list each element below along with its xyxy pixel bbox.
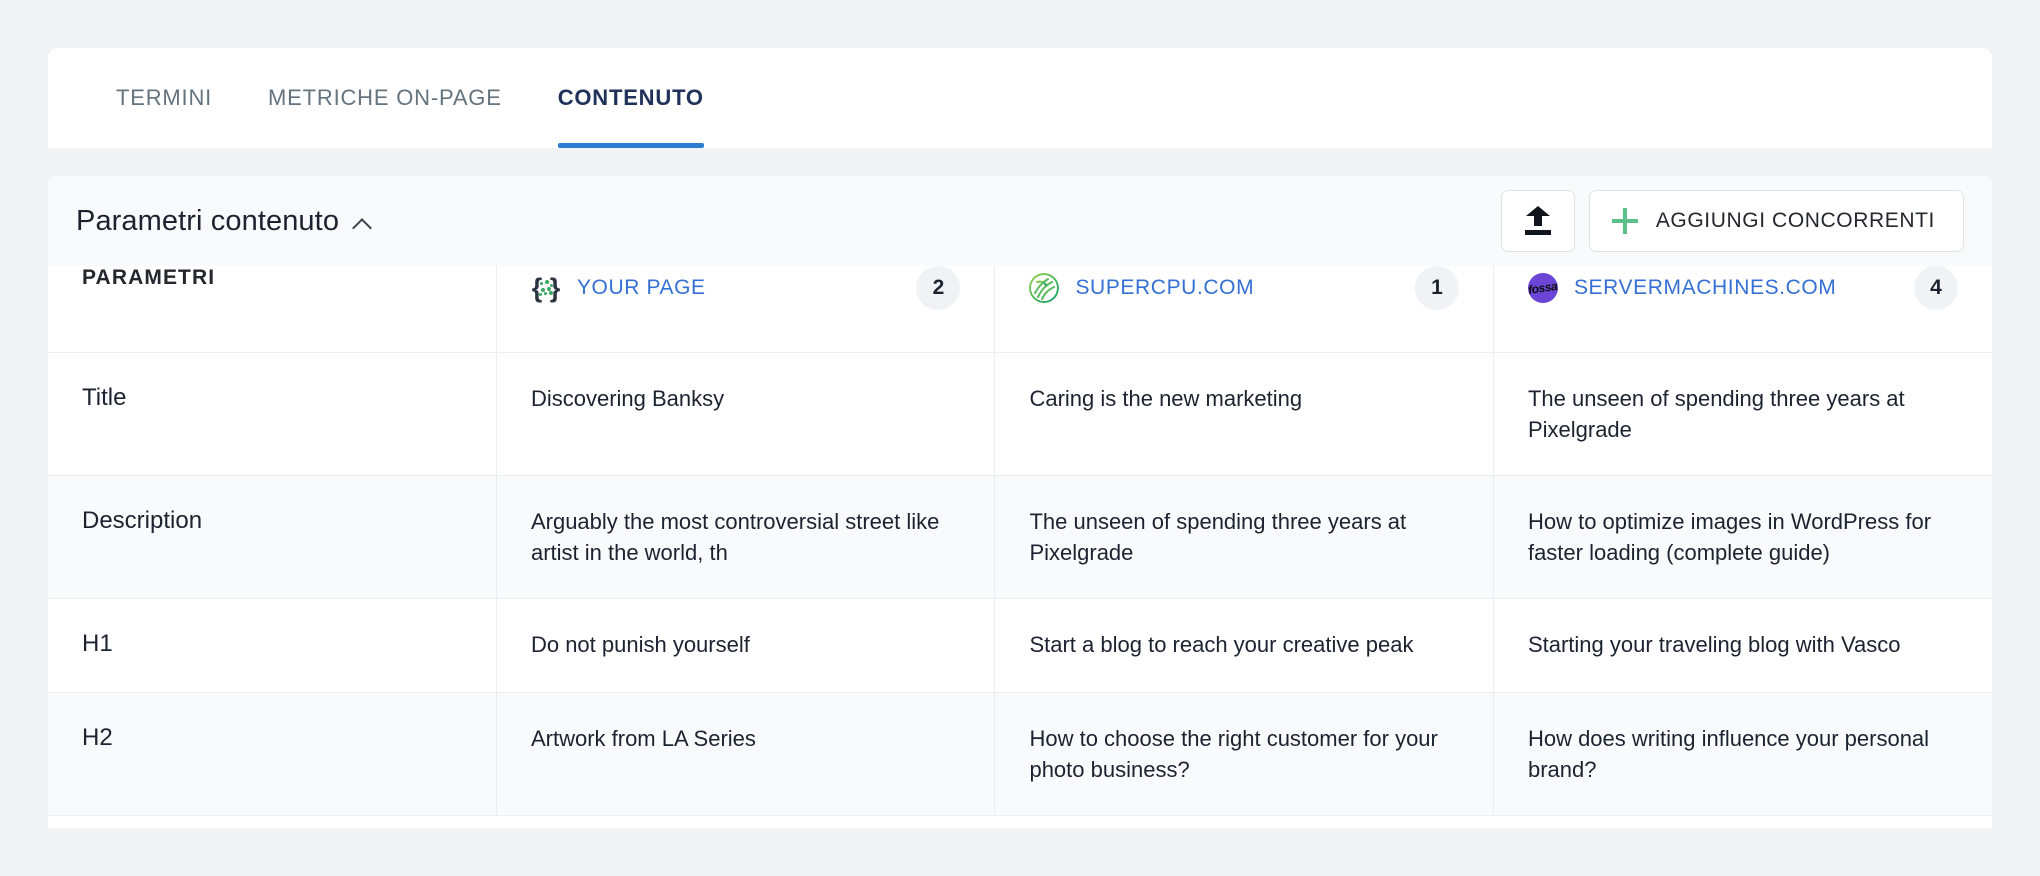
upload-button[interactable] <box>1501 190 1575 252</box>
green-swirl-circle-icon <box>1029 273 1059 303</box>
column-header-supercpu: SUPERCPU.COM 1 <box>995 266 1494 352</box>
cell-servermachines: How does writing influence your personal… <box>1493 692 1992 815</box>
tab-label: TERMINI <box>116 85 212 111</box>
cell-text: The unseen of spending three years at Pi… <box>1029 506 1459 568</box>
upload-icon <box>1525 206 1551 236</box>
panel-collapse-toggle[interactable]: Parametri contenuto <box>76 205 371 238</box>
column-header-label[interactable]: YOUR PAGE <box>577 276 706 300</box>
cell-your-page: Arguably the most controversial street l… <box>496 475 995 598</box>
table-body: Title Discovering Banksy Caring is the n… <box>48 352 1992 815</box>
cell-supercpu: Caring is the new marketing <box>995 352 1494 475</box>
row-parameter-name: Description <box>48 475 496 598</box>
cell-servermachines: Starting your traveling blog with Vasco <box>1493 599 1992 692</box>
cell-text: Caring is the new marketing <box>1029 383 1459 414</box>
cell-text: How to choose the right customer for you… <box>1029 723 1459 785</box>
panel-actions: AGGIUNGI CONCORRENTI <box>1501 190 1964 252</box>
cell-text: Discovering Banksy <box>531 383 961 414</box>
table-row: H2 Artwork from LA Series How to choose … <box>48 692 1992 815</box>
tab-label: CONTENUTO <box>558 85 704 111</box>
cell-supercpu: Start a blog to reach your creative peak <box>995 599 1494 692</box>
cell-text: Artwork from LA Series <box>531 723 961 754</box>
plus-icon <box>1612 208 1638 234</box>
tab-termini[interactable]: TERMINI <box>88 48 240 148</box>
cell-text: Starting your traveling blog with Vasco <box>1528 629 1958 660</box>
tab-label: METRICHE ON-PAGE <box>268 85 502 111</box>
row-parameter-name: Title <box>48 352 496 475</box>
row-parameter-name: H1 <box>48 599 496 692</box>
tab-list: TERMINI METRICHE ON-PAGE CONTENUTO <box>88 48 732 148</box>
cell-text: Start a blog to reach your creative peak <box>1029 629 1459 660</box>
fossa-purple-circle-icon: fossa <box>1528 273 1558 303</box>
page-root: TERMINI METRICHE ON-PAGE CONTENUTO Param… <box>0 0 2040 876</box>
cell-supercpu: How to choose the right customer for you… <box>995 692 1494 815</box>
content-comparison-table: PARAMETRI { } <box>48 266 1992 816</box>
cell-text: How to optimize images in WordPress for … <box>1528 506 1958 568</box>
panel-header: Parametri contenuto AGGIUNGI CONCORRENTI <box>48 176 1992 266</box>
panel-title: Parametri contenuto <box>76 205 339 238</box>
column-header-label: PARAMETRI <box>82 266 215 289</box>
row-parameter-name: H2 <box>48 692 496 815</box>
cell-your-page: Artwork from LA Series <box>496 692 995 815</box>
tab-contenuto[interactable]: CONTENUTO <box>530 48 732 148</box>
cell-text: Do not punish yourself <box>531 629 961 660</box>
cell-text: How does writing influence your personal… <box>1528 723 1958 785</box>
column-header-servermachines: fossa SERVERMACHINES.COM 4 <box>1493 266 1992 352</box>
your-page-count-badge: 2 <box>916 266 960 310</box>
table-row: Title Discovering Banksy Caring is the n… <box>48 352 1992 475</box>
supercpu-count-badge: 1 <box>1415 266 1459 310</box>
cell-servermachines: How to optimize images in WordPress for … <box>1493 475 1992 598</box>
table-row: Description Arguably the most controvers… <box>48 475 1992 598</box>
cell-servermachines: The unseen of spending three years at Pi… <box>1493 352 1992 475</box>
curly-braces-green-dots-icon: { } <box>531 273 561 303</box>
cell-your-page: Do not punish yourself <box>496 599 995 692</box>
cell-text: The unseen of spending three years at Pi… <box>1528 383 1958 445</box>
content-parameters-panel: Parametri contenuto AGGIUNGI CONCORRENTI <box>48 176 1992 828</box>
card-separator <box>48 148 1992 176</box>
column-header-parametri: PARAMETRI <box>48 266 496 352</box>
cell-your-page: Discovering Banksy <box>496 352 995 475</box>
column-header-label[interactable]: SUPERCPU.COM <box>1075 276 1254 300</box>
tab-bar: TERMINI METRICHE ON-PAGE CONTENUTO <box>48 48 1992 148</box>
table-row: H1 Do not punish yourself Start a blog t… <box>48 599 1992 692</box>
servermachines-count-badge: 4 <box>1914 266 1958 310</box>
add-competitors-button[interactable]: AGGIUNGI CONCORRENTI <box>1589 190 1964 252</box>
cell-text: Arguably the most controversial street l… <box>531 506 961 568</box>
table-header-row: PARAMETRI { } <box>48 266 1992 352</box>
tab-metriche-on-page[interactable]: METRICHE ON-PAGE <box>240 48 530 148</box>
column-header-label[interactable]: SERVERMACHINES.COM <box>1574 276 1836 300</box>
column-header-your-page: { } <box>496 266 995 352</box>
cell-supercpu: The unseen of spending three years at Pi… <box>995 475 1494 598</box>
table-head: PARAMETRI { } <box>48 266 1992 352</box>
chevron-up-icon[interactable] <box>353 215 371 233</box>
add-competitors-label: AGGIUNGI CONCORRENTI <box>1656 209 1935 233</box>
